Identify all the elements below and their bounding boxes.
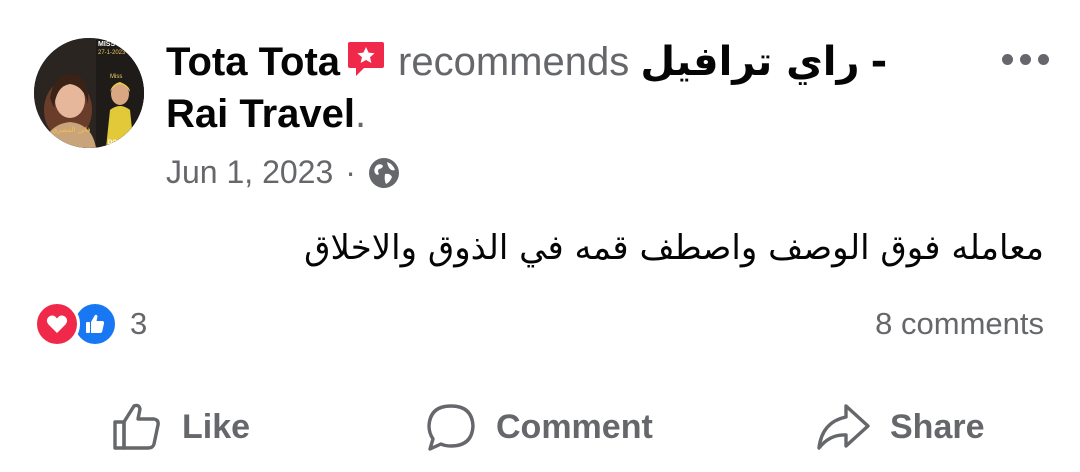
more-options-button[interactable] [990, 44, 1060, 74]
love-icon [34, 301, 80, 347]
post-header-text: Tota Tota recommends راي ترافيل - Rai Tra… [166, 36, 1006, 140]
author-name[interactable]: Tota Tota [166, 40, 340, 84]
comment-label: Comment [496, 407, 653, 446]
avatar-overlay-name: فاتن المصري [52, 126, 91, 134]
more-dot-icon [1001, 53, 1013, 65]
recommend-badge-icon [346, 39, 386, 77]
post-date[interactable]: Jun 1, 2023 [166, 150, 333, 194]
avatar-image: MISS AL 27-1-2023 Miss فاتن المصري DOAA [34, 38, 144, 148]
like-button[interactable]: Like [110, 392, 250, 462]
avatar[interactable]: MISS AL 27-1-2023 Miss فاتن المصري DOAA [34, 38, 144, 148]
meta-separator: · [345, 154, 356, 190]
reactions-summary[interactable]: 3 [34, 301, 148, 347]
post-meta: Jun 1, 2023 · [166, 150, 400, 194]
avatar-overlay-title: MISS AL [98, 41, 127, 48]
share-label: Share [890, 407, 985, 446]
share-arrow-icon [817, 404, 870, 450]
page-name-arabic[interactable]: راي ترافيل [640, 39, 859, 85]
avatar-overlay-date: 27-1-2023 [98, 50, 126, 56]
like-label: Like [182, 407, 251, 446]
post-actions-bar: Like Comment Share [0, 392, 1080, 462]
page-name-english[interactable]: Rai Travel [166, 92, 355, 136]
more-dot-icon [1037, 53, 1049, 65]
post-card: MISS AL 27-1-2023 Miss فاتن المصري DOAA … [0, 0, 1080, 472]
page-name-end-dot: . [355, 92, 367, 136]
more-dot-icon [1019, 53, 1031, 65]
globe-icon[interactable] [368, 156, 400, 188]
comments-count[interactable]: 8 comments [875, 302, 1044, 346]
post-text: معامله فوق الوصف واصطف قمه في الذوق والا… [304, 228, 1044, 268]
comment-bubble-icon [427, 404, 475, 451]
page-name-separator: - [870, 39, 888, 85]
recommends-text: recommends [398, 40, 630, 84]
avatar-overlay-caption: Miss [110, 74, 122, 80]
share-button[interactable]: Share [814, 392, 985, 462]
reaction-count: 3 [130, 306, 148, 341]
avatar-overlay-bottom: DOAA [108, 140, 126, 146]
thumbs-up-icon [113, 403, 160, 450]
comment-button[interactable]: Comment [424, 392, 653, 462]
